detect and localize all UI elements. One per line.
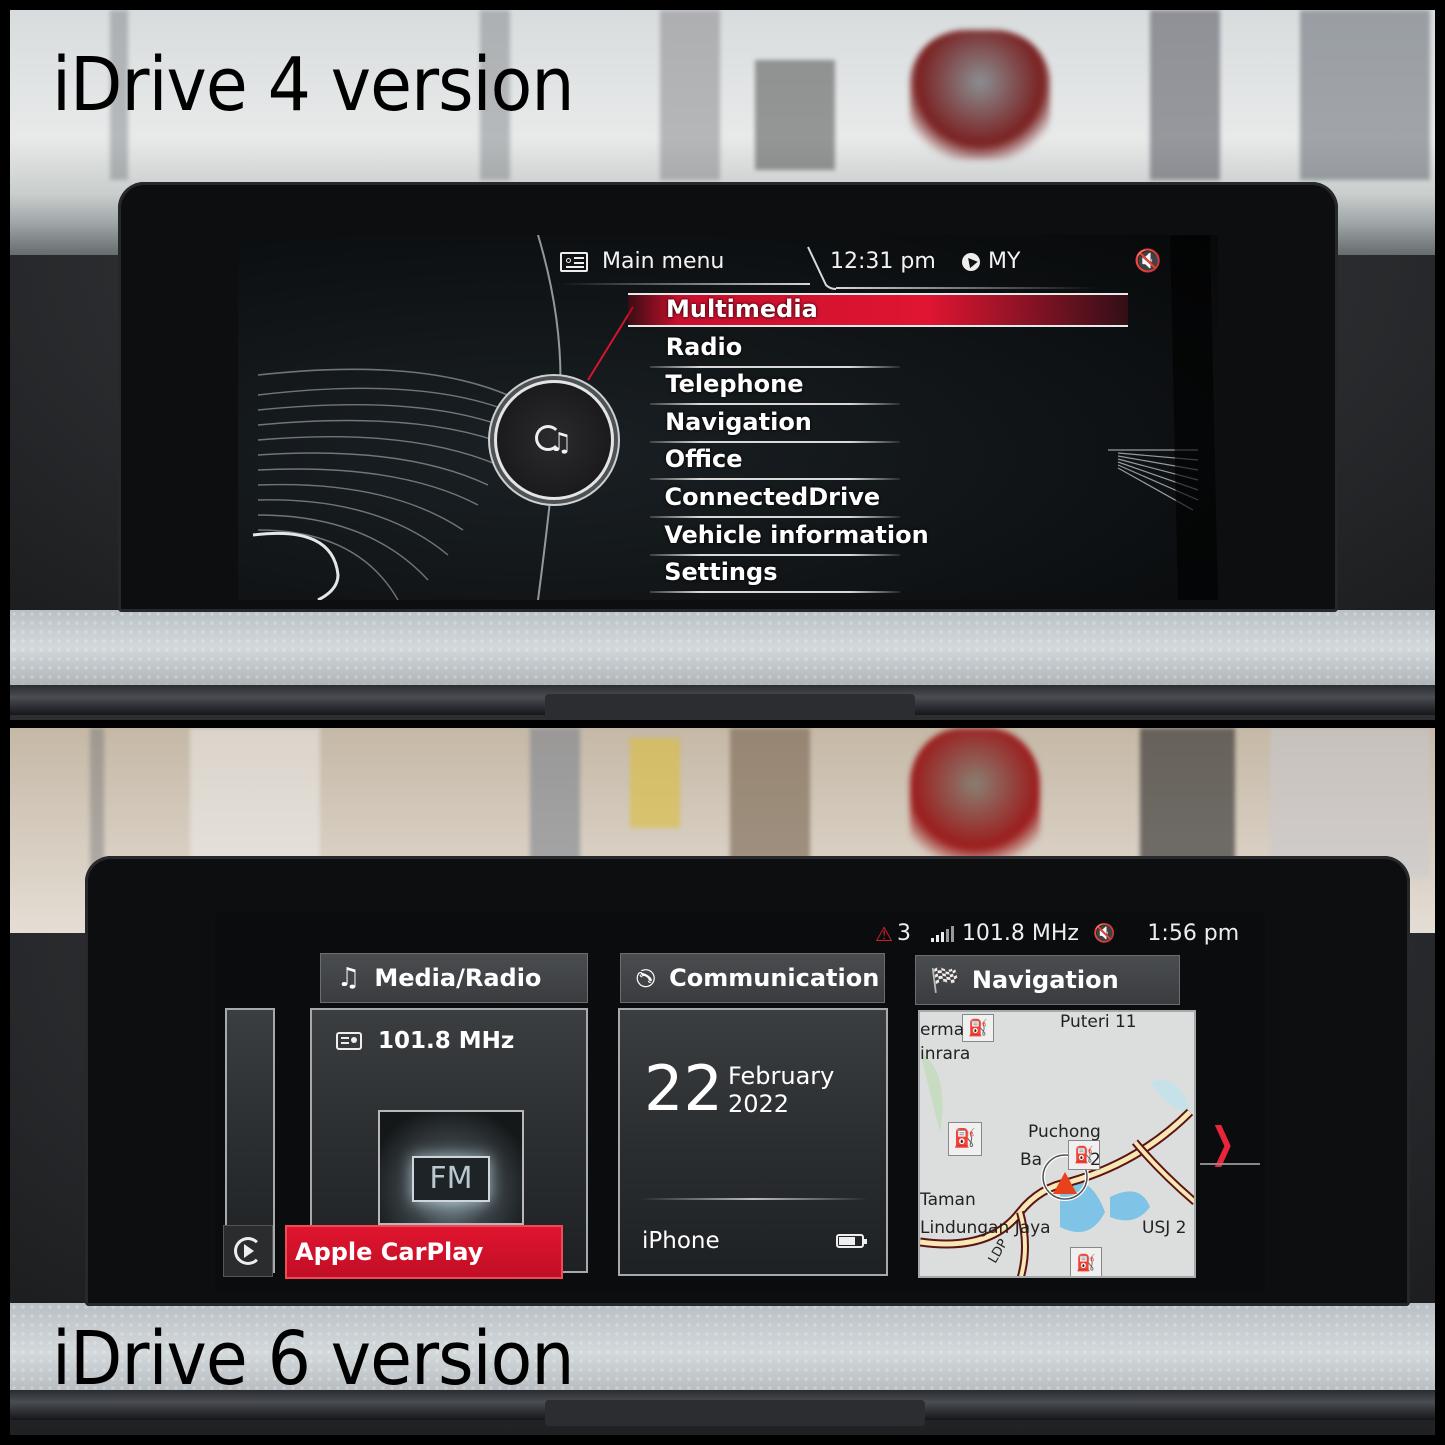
station-frequency: 101.8 MHz <box>378 1028 515 1054</box>
communication-tile-header[interactable]: ✆ Communication <box>620 953 885 1003</box>
header-region: MY <box>962 249 1020 274</box>
album-art: FM <box>378 1110 524 1225</box>
main-menu-icon <box>560 251 588 272</box>
music-note-icon: ♫ <box>337 963 361 993</box>
menu-item-multimedia[interactable]: Multimedia <box>666 295 818 323</box>
communication-tile-title: Communication <box>669 964 880 992</box>
caption-top: iDrive 4 version <box>52 42 575 128</box>
current-station: 101.8 MHz <box>336 1028 514 1054</box>
menu-separator <box>650 403 900 406</box>
warning-triangle-icon: ⚠ <box>875 921 893 946</box>
menu-item-navigation[interactable]: Navigation <box>665 408 812 436</box>
warning-indicator[interactable]: ⚠ 3 <box>875 921 911 946</box>
multimedia-music-icon: ♫ <box>535 421 575 461</box>
menu-separator <box>650 440 900 443</box>
menu-item-office[interactable]: Office <box>665 445 743 473</box>
navigation-arrow-icon <box>962 252 980 271</box>
status-bar: ⚠ 3 101.8 MHz 🔇 1:56 pm <box>875 921 1239 946</box>
divider <box>1200 1163 1260 1165</box>
idrive6-panel: ⚠ 3 101.8 MHz 🔇 1:56 pm ♫ Media/Radio 10… <box>10 728 1435 1435</box>
menu-separator <box>650 478 900 481</box>
divider <box>640 1198 868 1200</box>
carplay-source-button[interactable] <box>223 1225 273 1277</box>
date-month-year: February 2022 <box>728 1062 834 1118</box>
navigation-map[interactable]: ⛽ ⛽ ⛽ ⛽ Puteri 11 erma inrara Puchong Ba 2 Tam… <box>918 1010 1196 1278</box>
date-month: February <box>728 1062 835 1090</box>
map-label: inrara <box>920 1044 971 1064</box>
menu-item-settings[interactable]: Settings <box>664 558 777 586</box>
menu-separator <box>650 591 900 594</box>
communication-tile[interactable]: 22 February 2022 iPhone <box>618 1008 888 1276</box>
fuel-station-poi[interactable]: ⛽ <box>948 1122 982 1156</box>
idrive6-screen: ⚠ 3 101.8 MHz 🔇 1:56 pm ♫ Media/Radio 10… <box>215 913 1265 1293</box>
menu-item-vehicle-information[interactable]: Vehicle information <box>664 521 929 549</box>
status-frequency: 101.8 MHz <box>961 921 1079 946</box>
menu-separator <box>650 365 900 368</box>
multimedia-selector-knob[interactable]: ♫ <box>494 380 614 500</box>
apple-carplay-selected-item[interactable]: Apple CarPlay <box>285 1225 563 1279</box>
map-label: 2 <box>1090 1150 1101 1170</box>
map-label: erma <box>920 1020 965 1040</box>
map-label: Puchong <box>1028 1122 1101 1142</box>
navigation-tile-title: Navigation <box>971 966 1119 994</box>
region-code: MY <box>988 249 1021 274</box>
radio-icon <box>336 1032 362 1050</box>
speaker-muted-icon[interactable]: 🔇 <box>1134 249 1161 274</box>
chevron-right-icon[interactable]: ❯ <box>1210 1118 1235 1167</box>
clock-time: 12:31 pm <box>830 249 936 274</box>
checkered-flag-icon: 🏁 <box>930 966 960 994</box>
fm-band-badge: FM <box>412 1156 490 1202</box>
map-label: Puteri 11 <box>1060 1012 1137 1032</box>
connected-device: iPhone <box>642 1228 720 1254</box>
idrive4-header: Main menu <box>560 249 724 274</box>
menu-item-radio[interactable]: Radio <box>666 333 743 361</box>
header-underline-right <box>836 287 1096 289</box>
caption-bottom: iDrive 6 version <box>52 1316 575 1402</box>
map-label: Taman <box>920 1190 976 1210</box>
idrive4-panel: Main menu 12:31 pm MY 🔇 ♫ Multimedia Radi… <box>10 10 1435 720</box>
header-title: Main menu <box>602 249 725 274</box>
date-year: 2022 <box>728 1090 790 1118</box>
fuel-station-poi[interactable]: ⛽ <box>962 1014 994 1042</box>
phone-handset-icon: ✆ <box>629 965 661 991</box>
navigation-tile-header[interactable]: 🏁 Navigation <box>915 955 1180 1005</box>
signal-bars-icon <box>930 925 954 942</box>
menu-item-connecteddrive[interactable]: ConnectedDrive <box>665 483 881 511</box>
date-day: 22 <box>644 1052 723 1125</box>
carplay-play-icon <box>234 1237 262 1265</box>
carplay-label: Apple CarPlay <box>295 1238 484 1266</box>
map-label: Ba <box>1020 1150 1043 1170</box>
status-time: 1:56 pm <box>1147 921 1240 946</box>
media-radio-tile-header[interactable]: ♫ Media/Radio <box>320 953 588 1003</box>
map-label: Lindungan Jaya <box>920 1218 1051 1238</box>
header-underline <box>560 283 810 285</box>
battery-icon <box>836 1234 867 1248</box>
header-clock: 12:31 pm <box>830 249 936 274</box>
speaker-muted-icon[interactable]: 🔇 <box>1093 923 1115 944</box>
warning-count: 3 <box>896 921 911 946</box>
menu-separator <box>650 553 900 556</box>
menu-item-telephone[interactable]: Telephone <box>665 370 803 398</box>
fuel-station-poi[interactable]: ⛽ <box>1070 1247 1102 1276</box>
menu-separator <box>650 516 900 518</box>
idrive4-screen: Main menu 12:31 pm MY 🔇 ♫ Multimedia Radi… <box>238 235 1218 600</box>
map-label: USJ 2 <box>1142 1218 1187 1238</box>
media-tile-title: Media/Radio <box>374 964 542 992</box>
